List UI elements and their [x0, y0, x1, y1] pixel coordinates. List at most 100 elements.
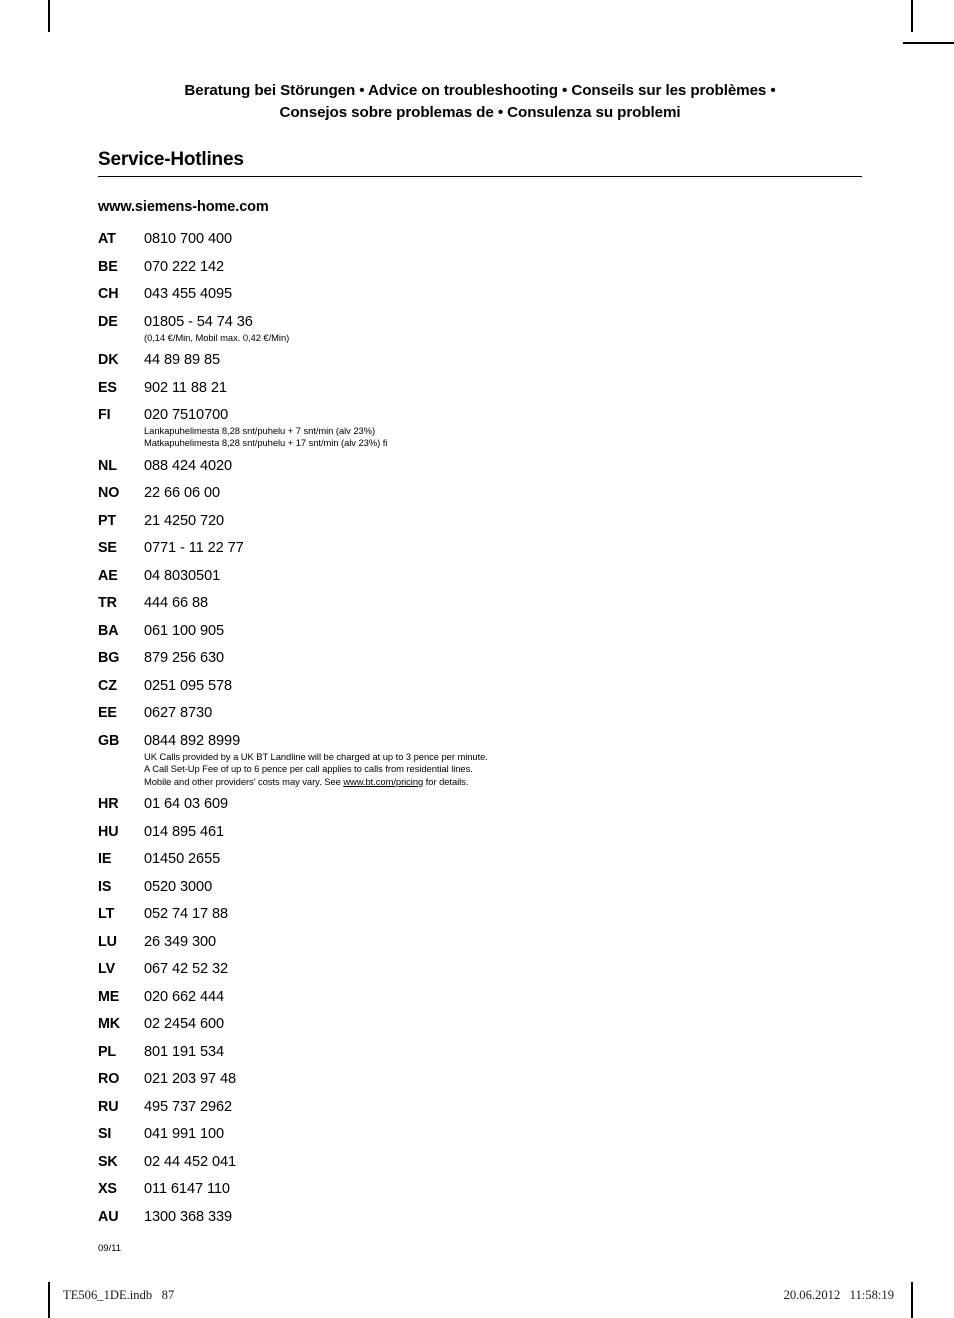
- country-code: CH: [98, 286, 119, 303]
- country-code: ME: [98, 988, 120, 1005]
- hotline-row: PT 21 4250 720: [98, 513, 862, 530]
- country-code: TR: [98, 595, 117, 612]
- phone-number[interactable]: 041 991 100: [144, 1126, 862, 1143]
- crop-mark-top-right-horizontal: [903, 42, 954, 44]
- phone-number[interactable]: 014 895 461: [144, 824, 862, 841]
- crop-mark-top-left: [48, 0, 50, 32]
- hotline-row: RU 495 737 2962: [98, 1099, 862, 1116]
- hotline-details: 879 256 630: [144, 650, 862, 667]
- hotline-row: PL 801 191 534: [98, 1044, 862, 1061]
- phone-number[interactable]: 052 74 17 88: [144, 906, 862, 923]
- country-code: AE: [98, 567, 118, 584]
- phone-number[interactable]: 495 737 2962: [144, 1099, 862, 1116]
- hotline-row: CH 043 455 4095: [98, 286, 862, 303]
- country-code: IE: [98, 851, 112, 868]
- phone-number[interactable]: 01450 2655: [144, 851, 862, 868]
- phone-number[interactable]: 26 349 300: [144, 934, 862, 951]
- hotline-row: ES 902 11 88 21: [98, 380, 862, 397]
- hotline-details: 44 89 89 85: [144, 352, 862, 369]
- hotline-list: AT 0810 700 400 BE 070 222 142 CH 043 455 409…: [98, 231, 862, 1225]
- website-address[interactable]: www.siemens-home.com: [98, 199, 862, 215]
- hotline-row: BA 061 100 905: [98, 623, 862, 640]
- phone-number[interactable]: 44 89 89 85: [144, 352, 862, 369]
- phone-number[interactable]: 070 222 142: [144, 259, 862, 276]
- phone-number[interactable]: 067 42 52 32: [144, 961, 862, 978]
- hotline-row: LU 26 349 300: [98, 934, 862, 951]
- hotline-details: 088 424 4020: [144, 458, 862, 475]
- phone-number[interactable]: 902 11 88 21: [144, 380, 862, 397]
- hotline-row: EE 0627 8730: [98, 705, 862, 722]
- tariff-note: UK Calls provided by a UK BT Landline wi…: [144, 750, 488, 762]
- hotline-details: 444 66 88: [144, 595, 862, 612]
- hotline-row: FI 020 7510700 Lankapuhelimesta 8,28 snt/p…: [98, 407, 862, 449]
- country-code: SK: [98, 1153, 118, 1170]
- hotline-row: AU 1300 368 339: [98, 1209, 862, 1226]
- hotline-details: 02 2454 600: [144, 1016, 862, 1033]
- country-code: MK: [98, 1016, 121, 1033]
- phone-number[interactable]: 020 662 444: [144, 989, 862, 1006]
- hotline-details: 26 349 300: [144, 934, 862, 951]
- page-content: Beratung bei Störungen • Advice on troub…: [98, 0, 862, 1236]
- phone-number[interactable]: 01 64 03 609: [144, 796, 862, 813]
- country-code: SE: [98, 540, 117, 557]
- hotline-details: 1300 368 339: [144, 1209, 862, 1226]
- crop-mark-bottom-left: [48, 1282, 50, 1318]
- multilingual-header-line-1: Beratung bei Störungen • Advice on troub…: [184, 82, 776, 99]
- phone-number[interactable]: 01805 - 54 74 36: [144, 314, 862, 331]
- country-code: RU: [98, 1098, 119, 1115]
- hotline-details: 01450 2655: [144, 851, 862, 868]
- tariff-note-suffix: for details.: [423, 775, 469, 787]
- phone-number[interactable]: 0844 892 8999: [144, 733, 862, 750]
- tariff-note-prefix: Mobile and other providers' costs may va…: [144, 775, 344, 787]
- phone-number[interactable]: 0771 - 11 22 77: [144, 540, 862, 557]
- phone-number[interactable]: 088 424 4020: [144, 458, 862, 475]
- hotline-details: 0520 3000: [144, 879, 862, 896]
- phone-number[interactable]: 0520 3000: [144, 879, 862, 896]
- phone-number[interactable]: 02 2454 600: [144, 1016, 862, 1033]
- country-code: HR: [98, 796, 119, 813]
- hotline-details: 02 44 452 041: [144, 1154, 862, 1171]
- country-code: ES: [98, 379, 117, 396]
- hotline-row: ME 020 662 444: [98, 989, 862, 1006]
- phone-number[interactable]: 0251 095 578: [144, 678, 862, 695]
- country-code: XS: [98, 1181, 117, 1198]
- phone-number[interactable]: 879 256 630: [144, 650, 862, 667]
- phone-number[interactable]: 801 191 534: [144, 1044, 862, 1061]
- hotline-row: LT 052 74 17 88: [98, 906, 862, 923]
- hotline-details: 061 100 905: [144, 623, 862, 640]
- hotline-details: 01 64 03 609: [144, 796, 862, 813]
- page-title: Service-Hotlines: [98, 149, 244, 171]
- tariff-note: Lankapuhelimesta 8,28 snt/puhelu + 7 snt…: [144, 425, 376, 437]
- tariff-note: A Call Set-Up Fee of up to 6 pence per c…: [144, 763, 473, 775]
- hotline-details: 014 895 461: [144, 824, 862, 841]
- phone-number[interactable]: 21 4250 720: [144, 513, 862, 530]
- country-code: RO: [98, 1071, 120, 1088]
- hotline-row: GB 0844 892 8999 UK Calls provided by a UK…: [98, 733, 862, 787]
- phone-number[interactable]: 020 7510700: [144, 407, 862, 424]
- phone-number[interactable]: 22 66 06 00: [144, 485, 862, 502]
- pricing-link[interactable]: www.bt.com/pricing: [343, 776, 423, 787]
- hotline-row: BE 070 222 142: [98, 259, 862, 276]
- country-code: PL: [98, 1043, 117, 1060]
- phone-number[interactable]: 0810 700 400: [144, 231, 862, 248]
- country-code: LT: [98, 906, 115, 923]
- country-code: AU: [98, 1208, 119, 1225]
- hotline-details: 0771 - 11 22 77: [144, 540, 862, 557]
- phone-number[interactable]: 061 100 905: [144, 623, 862, 640]
- hotline-details: 011 6147 110: [144, 1181, 862, 1198]
- hotline-details: 0844 892 8999 UK Calls provided by a UK B…: [144, 733, 862, 787]
- phone-number[interactable]: 043 455 4095: [144, 286, 862, 303]
- phone-number[interactable]: 0627 8730: [144, 705, 862, 722]
- hotline-row: CZ 0251 095 578: [98, 678, 862, 695]
- hotline-row: MK 02 2454 600: [98, 1016, 862, 1033]
- phone-number[interactable]: 444 66 88: [144, 595, 862, 612]
- phone-number[interactable]: 021 203 97 48: [144, 1071, 862, 1088]
- country-code: DK: [98, 352, 119, 369]
- hotline-row: NL 088 424 4020: [98, 458, 862, 475]
- country-code: HU: [98, 823, 119, 840]
- phone-number[interactable]: 1300 368 339: [144, 1209, 862, 1226]
- hotline-details: 041 991 100: [144, 1126, 862, 1143]
- phone-number[interactable]: 011 6147 110: [144, 1181, 862, 1198]
- phone-number[interactable]: 02 44 452 041: [144, 1154, 862, 1171]
- phone-number[interactable]: 04 8030501: [144, 568, 862, 585]
